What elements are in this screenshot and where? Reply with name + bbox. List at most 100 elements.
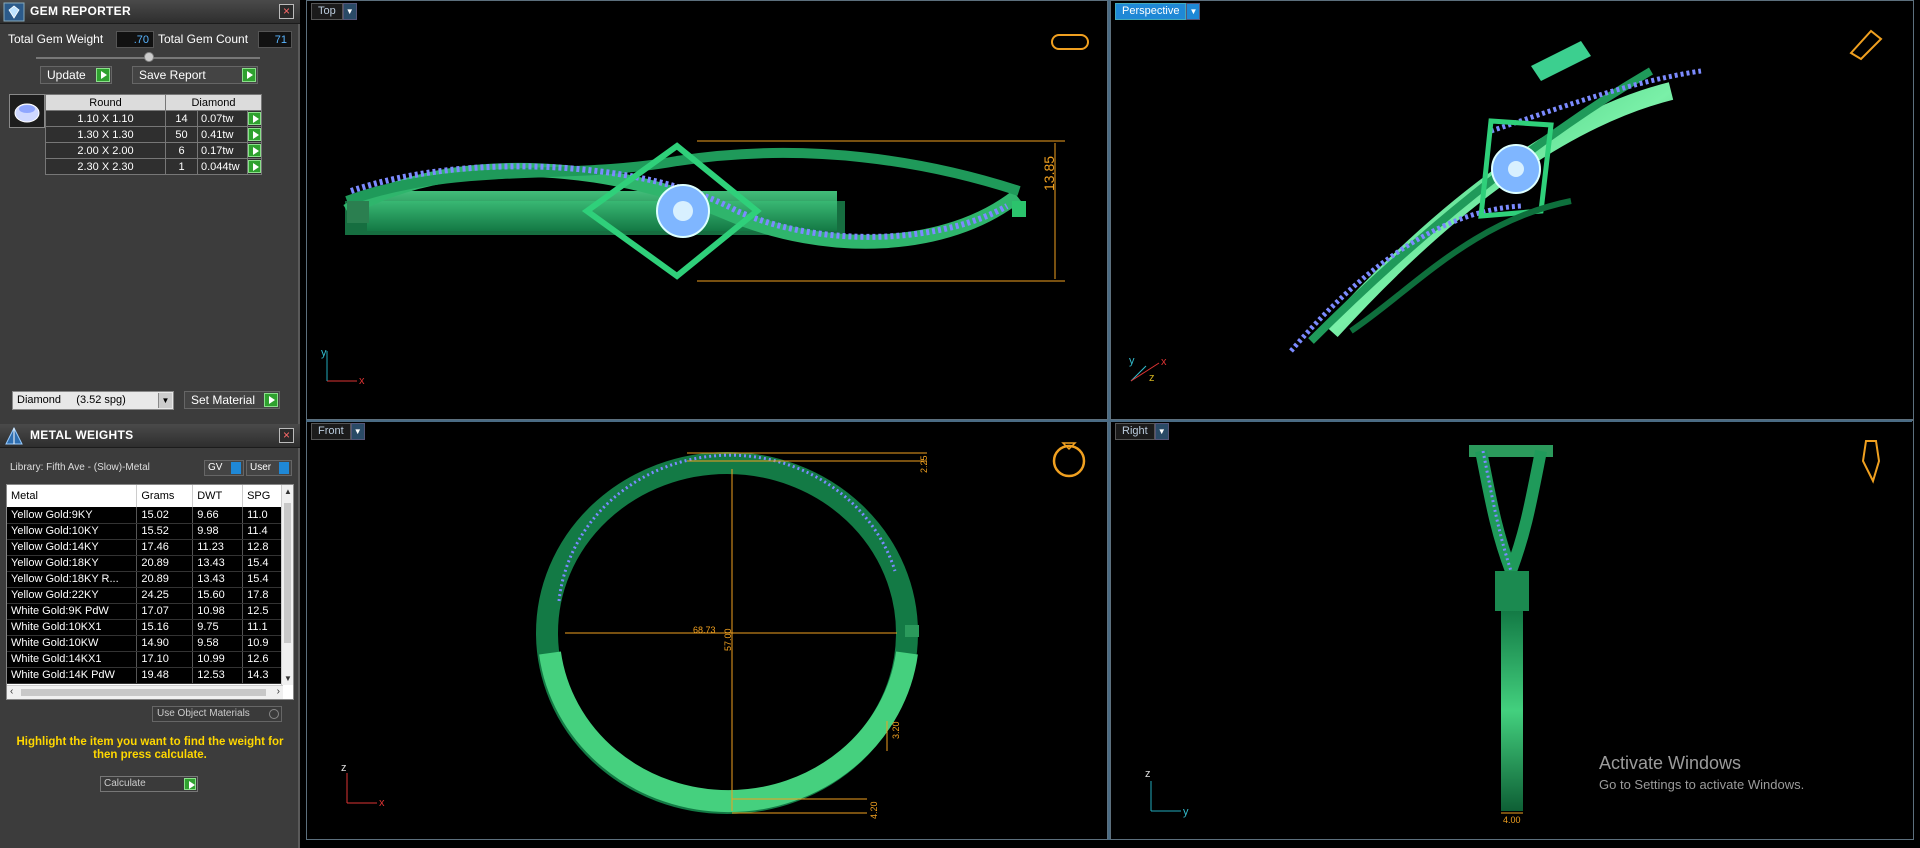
metal-cell: 17.46 <box>136 539 194 556</box>
viewport-front[interactable]: z x 68.73 57.00 3.20 4.20 2.25 Front ▼ <box>306 420 1108 840</box>
column-header[interactable]: SPG <box>242 485 283 507</box>
metal-cell: 11.1 <box>242 619 283 636</box>
gem-row[interactable]: 1.10 X 1.10 14 0.07tw <box>45 110 262 127</box>
metal-cell: 15.4 <box>242 571 283 588</box>
gem-row-go-button[interactable] <box>247 126 262 143</box>
play-arrow-icon <box>248 128 261 141</box>
tab-front-view[interactable]: Front ▼ <box>311 423 365 440</box>
calculate-button[interactable]: Calculate <box>100 776 198 792</box>
tab-right-label: Right <box>1122 425 1148 437</box>
scroll-thumb[interactable] <box>21 689 266 696</box>
calculate-label: Calculate <box>104 778 146 789</box>
metal-row[interactable]: Yellow Gold:9KY 15.02 9.66 11.0 <box>7 507 283 524</box>
horizontal-scrollbar[interactable]: ‹ › <box>7 685 283 699</box>
material-select[interactable]: Diamond (3.52 spg) ▼ <box>12 391 174 410</box>
metal-cell: 13.43 <box>192 571 244 588</box>
metal-row[interactable]: Yellow Gold:10KY 15.52 9.98 11.4 <box>7 523 283 540</box>
metal-cell: 12.53 <box>192 667 244 684</box>
column-header[interactable]: DWT <box>192 485 244 507</box>
chevron-down-icon[interactable]: ▼ <box>342 3 357 20</box>
gem-row[interactable]: 1.30 X 1.30 50 0.41tw <box>45 126 262 143</box>
tab-right-view[interactable]: Right ▼ <box>1115 423 1169 440</box>
set-material-button[interactable]: Set Material <box>184 391 280 409</box>
right-bottom-dimension: 4.00 <box>1503 815 1521 825</box>
metal-row[interactable]: Yellow Gold:14KY 17.46 11.23 12.8 <box>7 539 283 556</box>
viewport-perspective[interactable]: y x z Perspective ▼ <box>1110 0 1914 420</box>
size-slider-thumb[interactable] <box>144 52 154 62</box>
metal-cell: 24.25 <box>136 587 194 604</box>
chevron-down-icon[interactable]: ▼ <box>284 674 292 683</box>
gem-row-go-button[interactable] <box>247 158 262 175</box>
column-header[interactable]: Metal <box>7 485 138 507</box>
round-gem-thumbnail <box>9 94 45 128</box>
metal-row[interactable]: White Gold:14K PdW 19.48 12.53 14.3 <box>7 667 283 684</box>
gem-row-go-button[interactable] <box>247 142 262 159</box>
metal-row[interactable]: White Gold:9K PdW 17.07 10.98 12.5 <box>7 603 283 620</box>
scroll-thumb[interactable] <box>284 503 291 643</box>
toggle-indicator <box>231 462 241 474</box>
gem-row[interactable]: 2.00 X 2.00 6 0.17tw <box>45 142 262 159</box>
metal-row[interactable]: White Gold:14KX1 17.10 10.99 12.6 <box>7 651 283 668</box>
svg-text:x: x <box>1161 356 1167 368</box>
play-arrow-icon <box>96 68 110 82</box>
chevron-right-icon[interactable]: › <box>277 686 280 697</box>
metal-cell: 19.48 <box>136 667 194 684</box>
tab-perspective-label: Perspective <box>1122 5 1180 17</box>
metal-row[interactable]: Yellow Gold:18KY R... 20.89 13.43 15.4 <box>7 571 283 588</box>
metal-cell: Yellow Gold:14KY <box>7 539 138 556</box>
metal-cell: 14.90 <box>136 635 194 652</box>
gv-toggle[interactable]: GV <box>204 460 244 476</box>
gem-size: 2.00 X 2.00 <box>45 142 166 159</box>
gem-weight: 0.07tw <box>197 110 248 127</box>
round-diamond-icon <box>14 103 40 123</box>
metal-cell: 14.3 <box>242 667 283 684</box>
front-width-dimension: 68.73 <box>693 625 716 635</box>
chevron-down-icon[interactable]: ▼ <box>350 423 365 440</box>
metal-row[interactable]: Yellow Gold:18KY 20.89 13.43 15.4 <box>7 555 283 572</box>
use-object-materials-button[interactable]: Use Object Materials <box>152 706 282 722</box>
save-report-button[interactable]: Save Report <box>132 66 258 84</box>
metal-row[interactable]: White Gold:10KW 14.90 9.58 10.9 <box>7 635 283 652</box>
column-header[interactable]: Grams <box>136 485 194 507</box>
radio-icon <box>269 709 279 719</box>
vertical-scrollbar[interactable]: ▲ ▼ <box>281 485 293 685</box>
user-toggle[interactable]: User <box>246 460 292 476</box>
tab-top-view[interactable]: Top ▼ <box>311 3 357 20</box>
gem-row[interactable]: 2.30 X 2.30 1 0.044tw <box>45 158 262 175</box>
metal-cell: 15.4 <box>242 555 283 572</box>
metal-cell: 17.07 <box>136 603 194 620</box>
viewport-right[interactable]: z y 4.00 Right ▼ Activate Windows Go to … <box>1110 420 1914 840</box>
viewport-top[interactable]: y x 13.85 Top ▼ <box>306 0 1108 420</box>
chevron-down-icon[interactable]: ▼ <box>1154 423 1169 440</box>
viewport-divider-vertical[interactable] <box>1108 0 1110 840</box>
gem-table: Round Diamond 1.10 X 1.10 14 0.07tw 1.30… <box>45 94 262 175</box>
metal-cell: 10.98 <box>192 603 244 620</box>
chevron-down-icon[interactable]: ▼ <box>1186 3 1201 20</box>
metal-cell: 10.99 <box>192 651 244 668</box>
chevron-left-icon[interactable]: ‹ <box>10 686 13 697</box>
play-arrow-icon <box>248 160 261 173</box>
metal-cell: 11.23 <box>192 539 244 556</box>
metal-weights-list[interactable]: Metal Grams DWT SPG Yellow Gold:9KY 15.02… <box>6 484 294 700</box>
metal-row[interactable]: White Gold:10KX1 15.16 9.75 11.1 <box>7 619 283 636</box>
tab-perspective-view[interactable]: Perspective ▼ <box>1115 3 1201 20</box>
metal-weights-close-icon[interactable]: × <box>279 428 294 443</box>
gem-count: 1 <box>165 158 198 175</box>
material-select-value: Diamond (3.52 spg) <box>17 394 126 406</box>
metal-cell: 11.0 <box>242 507 283 524</box>
play-arrow-icon <box>242 68 256 82</box>
set-material-label: Set Material <box>191 393 256 407</box>
front-side-dimension: 3.20 <box>891 721 901 739</box>
front-height-dimension: 57.00 <box>723 628 733 651</box>
chevron-up-icon[interactable]: ▲ <box>284 487 292 496</box>
gem-count: 14 <box>165 110 198 127</box>
metal-row[interactable]: Yellow Gold:22KY 24.25 15.60 17.8 <box>7 587 283 604</box>
top-dimension-label: 13.85 <box>1041 155 1057 191</box>
update-button[interactable]: Update <box>40 66 112 84</box>
gem-row-go-button[interactable] <box>247 110 262 127</box>
gem-reporter-close-icon[interactable]: × <box>279 4 294 19</box>
metal-table: Metal Grams DWT SPG Yellow Gold:9KY 15.02… <box>7 485 283 684</box>
metal-cell: Yellow Gold:10KY <box>7 523 138 540</box>
gem-size: 1.30 X 1.30 <box>45 126 166 143</box>
perspective-view-render: y x z <box>1129 29 1883 384</box>
